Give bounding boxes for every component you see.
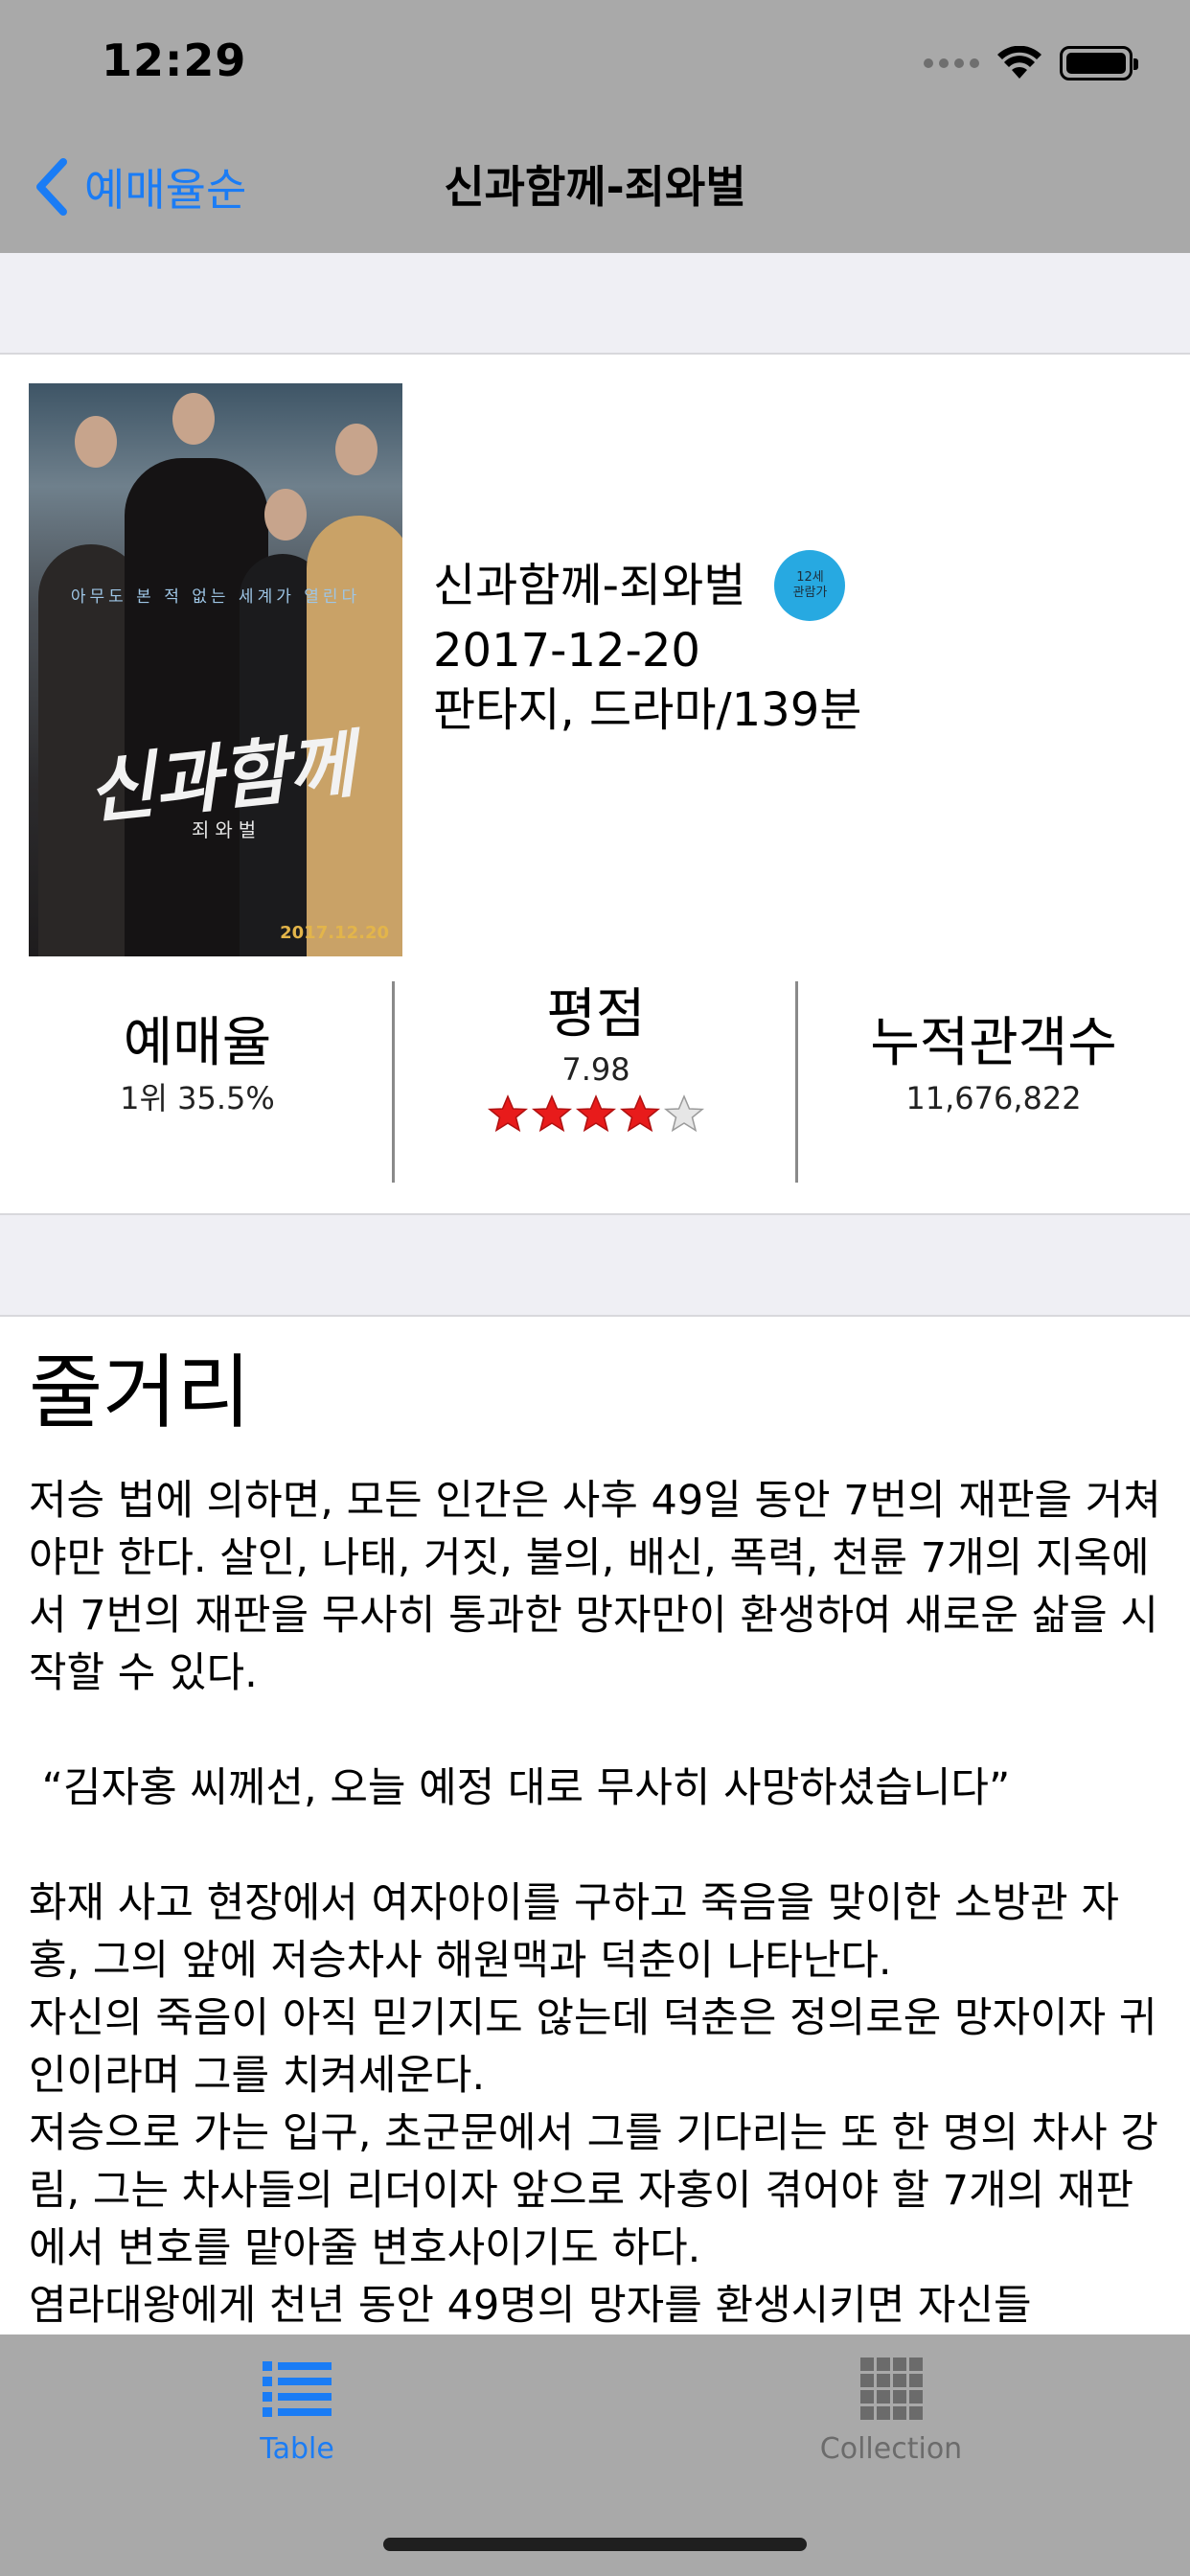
tab-table-label: Table <box>260 2432 334 2466</box>
rating-stars <box>395 1094 797 1135</box>
star-filled-icon <box>487 1094 529 1133</box>
movie-title: 신과함께-죄와벌 <box>433 559 746 612</box>
age-grade-badge: 12세 관람가 <box>774 550 846 621</box>
home-indicator <box>383 2538 807 2551</box>
star-filled-icon <box>575 1094 617 1133</box>
movie-info: 신과함께-죄와벌 12세 관람가 2017-12-20 판타지, 드라마/139… <box>433 550 861 740</box>
rating-label: 평점 <box>546 983 646 1046</box>
stat-audience: 누적관객수 11,676,822 <box>797 981 1190 1188</box>
poster-date: 2017.12.20 <box>280 923 389 943</box>
reservation-value: 1위 35.5% <box>120 1080 275 1116</box>
navigation-bar: 12:29 예매율순 신과함께-죄와벌 <box>0 0 1190 253</box>
genre-duration: 판타지, 드라마/139분 <box>433 683 862 737</box>
page-title: 신과함께-죄와벌 <box>444 161 746 213</box>
section-separator <box>0 1213 1190 1317</box>
star-empty-icon <box>663 1094 705 1133</box>
rating-value: 7.98 <box>561 1051 630 1088</box>
section-separator <box>0 253 1190 355</box>
synopsis-body: 저승 법에 의하면, 모든 인간은 사후 49일 동안 7번의 재판을 거쳐야만… <box>29 1472 1169 2334</box>
grade-line-2: 관람가 <box>792 586 828 600</box>
poster-tagline: 아무도 본 적 없는 세계가 열린다 <box>70 587 361 607</box>
poster-subtitle: 죄와벌 <box>192 818 263 841</box>
wifi-icon <box>997 46 1041 79</box>
synopsis-heading: 줄거리 <box>29 1346 251 1439</box>
cellular-signal-icon <box>924 58 979 68</box>
release-date: 2017-12-20 <box>433 624 700 678</box>
synopsis-paragraph: 화재 사고 현장에서 여자아이를 구하고 죽음을 맞이한 소방관 자홍, 그의 … <box>29 1879 1158 2330</box>
tab-table[interactable]: Table <box>153 2356 441 2466</box>
grade-line-1: 12세 <box>796 570 824 585</box>
status-icons <box>924 42 1138 84</box>
list-icon <box>263 2361 332 2417</box>
audience-value: 11,676,822 <box>905 1080 1082 1116</box>
star-filled-icon <box>619 1094 661 1133</box>
stat-rating: 평점 7.98 <box>395 981 797 1188</box>
reservation-label: 예매율 <box>123 1012 272 1074</box>
movie-poster: 아무도 본 적 없는 세계가 열린다 신과함께 죄와벌 2017.12.20 <box>29 383 402 956</box>
movie-stats: 예매율 1위 35.5% 평점 7.98 누적관객수 11,676,822 <box>0 981 1190 1188</box>
tab-collection-label: Collection <box>819 2432 963 2466</box>
audience-label: 누적관객수 <box>870 1012 1117 1074</box>
synopsis-paragraph: 저승 법에 의하면, 모든 인간은 사후 49일 동안 7번의 재판을 거쳐야만… <box>29 1477 1161 1697</box>
tab-collection[interactable]: Collection <box>747 2356 1035 2466</box>
synopsis-quote: “김자홍 씨께선, 오늘 예정 대로 무사히 사망하셨습니다” <box>29 1764 1011 1812</box>
grid-icon <box>860 2358 923 2420</box>
stat-reservation: 예매율 1위 35.5% <box>0 981 395 1188</box>
battery-icon <box>1060 46 1138 80</box>
star-filled-icon <box>531 1094 573 1133</box>
status-time: 12:29 <box>102 34 247 86</box>
